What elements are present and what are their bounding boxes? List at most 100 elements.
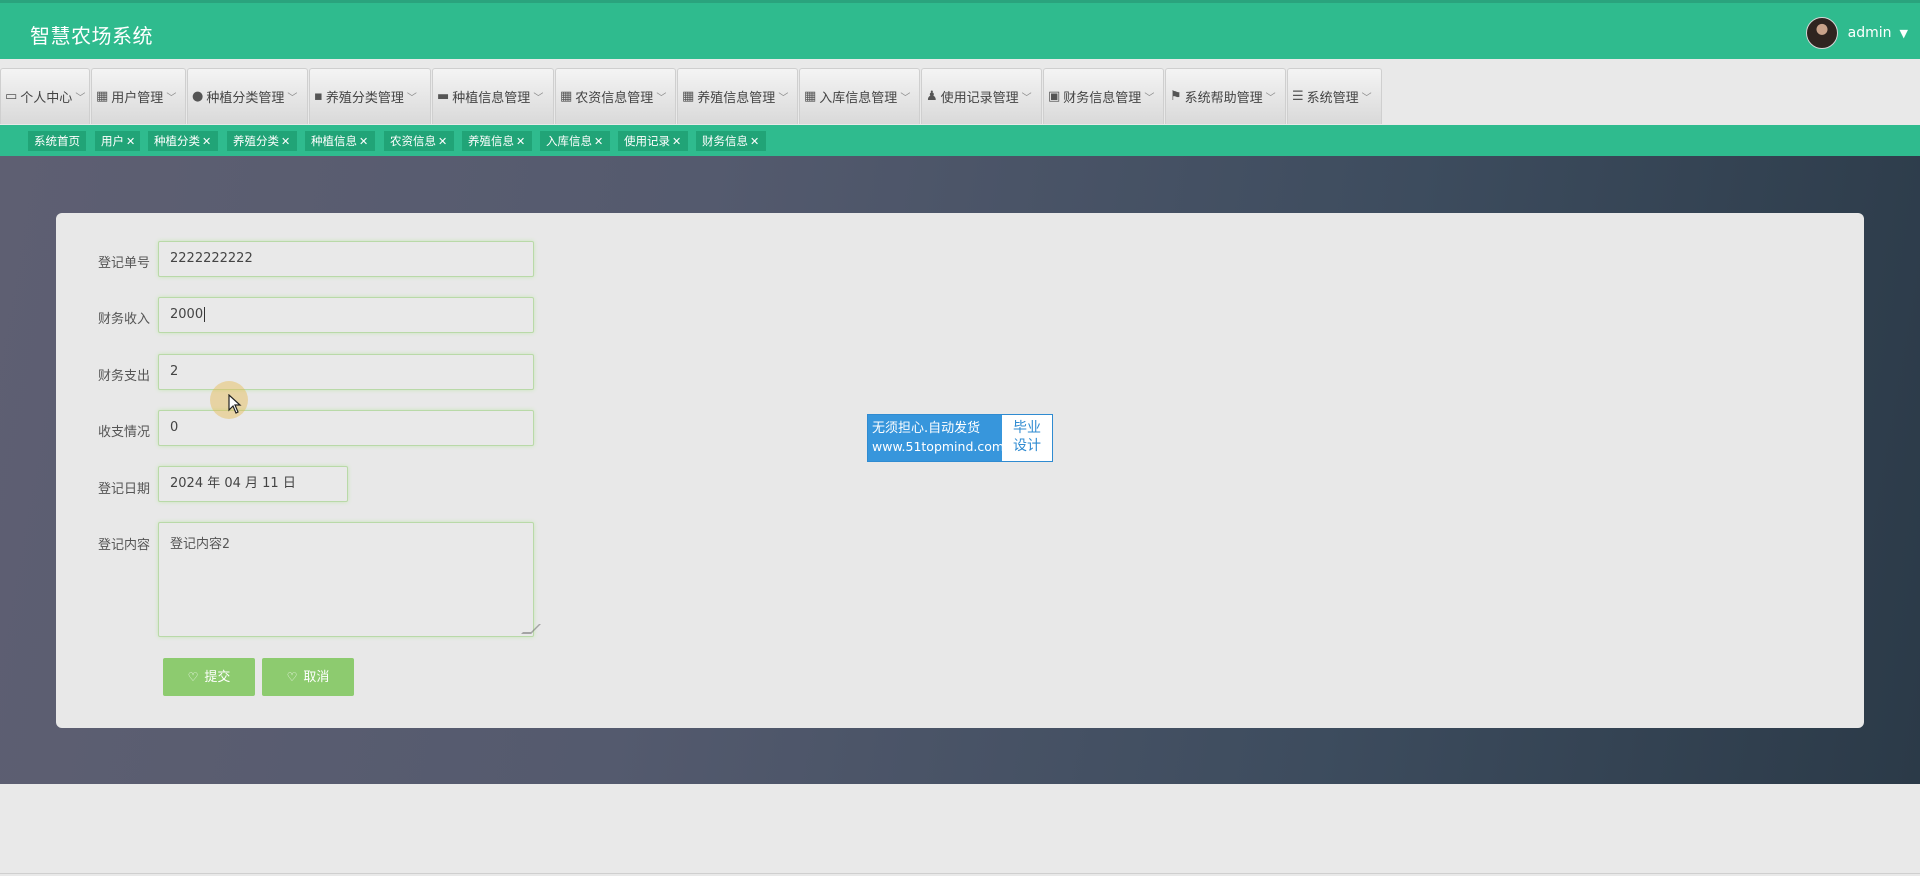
finance-income-input[interactable]: 2000	[158, 297, 534, 333]
chevron-down-icon: ﹀	[656, 93, 667, 104]
register-date-input[interactable]: 2024 年 04 月 11 日	[158, 466, 348, 502]
label-register-no: 登记单号	[97, 256, 150, 271]
label-register-date: 登记日期	[97, 482, 150, 497]
watermark-side: 毕业 设计	[1002, 415, 1052, 461]
menu-label: 用户管理	[111, 91, 164, 106]
menu-item-finance-info[interactable]: ▣ 财务信息管理 ﹀	[1043, 68, 1164, 124]
comment-icon: ▪	[314, 89, 323, 104]
tab-supplies-info[interactable]: 农资信息 ✕	[384, 131, 454, 151]
label-finance-expense: 财务支出	[97, 369, 150, 384]
watermark-url: www.51topmind.com	[872, 439, 1005, 454]
text-caret	[204, 307, 206, 322]
menu-item-breeding-info[interactable]: ▦ 养殖信息管理 ﹀	[677, 68, 798, 124]
tab-label: 养殖分类	[233, 134, 279, 148]
menu-item-supplies-info[interactable]: ▦ 农资信息管理 ﹀	[555, 68, 676, 124]
menu-label: 种植信息管理	[452, 91, 531, 106]
main-menu: ▭ 个人中心 ﹀ ▦ 用户管理 ﹀ ● 种植分类管理 ﹀ ▪ 养殖分类管理 ﹀ …	[0, 68, 1383, 125]
chevron-down-icon: ﹀	[1265, 93, 1276, 104]
grid-icon: ▦	[682, 89, 695, 104]
menu-label: 财务信息管理	[1063, 91, 1142, 106]
close-icon[interactable]: ✕	[126, 135, 135, 148]
menu-label: 使用记录管理	[940, 91, 1019, 106]
tab-finance-info[interactable]: 财务信息 ✕	[696, 131, 766, 151]
mouse-cursor-icon	[228, 394, 242, 414]
chevron-down-icon: ﹀	[166, 93, 177, 104]
menu-label: 个人中心	[20, 91, 73, 106]
chevron-down-icon: ﹀	[900, 93, 911, 104]
balance-status-input[interactable]: 0	[158, 410, 534, 446]
close-icon[interactable]: ✕	[202, 135, 211, 148]
tab-users[interactable]: 用户 ✕	[95, 131, 140, 151]
app-title: 智慧农场系统	[30, 24, 153, 48]
label-balance-status: 收支情况	[97, 425, 150, 440]
tab-label: 农资信息	[390, 134, 436, 148]
menu-item-profile[interactable]: ▭ 个人中心 ﹀	[0, 68, 90, 124]
tab-usage-records[interactable]: 使用记录 ✕	[618, 131, 688, 151]
register-content-textarea[interactable]: 登记内容2	[158, 522, 541, 637]
close-icon[interactable]: ✕	[594, 135, 603, 148]
menu-item-users[interactable]: ▦ 用户管理 ﹀	[91, 68, 186, 124]
watermark-main: 无须担心.自动发货 www.51topmind.com	[868, 415, 1005, 461]
tab-label: 使用记录	[624, 134, 670, 148]
menu-label: 系统管理	[1306, 91, 1359, 106]
list-icon: ☰	[1292, 89, 1304, 104]
tab-label: 养殖信息	[468, 134, 514, 148]
finance-expense-input[interactable]: 2	[158, 354, 534, 390]
tab-home[interactable]: 系统首页	[28, 131, 86, 151]
tab-stock-in-info[interactable]: 入库信息 ✕	[540, 131, 610, 151]
close-icon[interactable]: ✕	[281, 135, 290, 148]
caret-down-icon[interactable]: ▼	[1900, 27, 1908, 40]
menu-label: 种植分类管理	[206, 91, 285, 106]
grid-icon: ▦	[804, 89, 817, 104]
menu-item-system-management[interactable]: ☰ 系统管理 ﹀	[1287, 68, 1382, 124]
username[interactable]: admin	[1848, 25, 1892, 41]
close-icon[interactable]: ✕	[672, 135, 681, 148]
label-register-content: 登记内容	[97, 538, 150, 553]
close-icon[interactable]: ✕	[438, 135, 447, 148]
user-menu[interactable]: admin ▼	[1805, 17, 1908, 49]
tab-label: 种植分类	[154, 134, 200, 148]
bottom-divider	[0, 873, 1920, 874]
tab-breeding-info[interactable]: 养殖信息 ✕	[462, 131, 532, 151]
close-icon[interactable]: ✕	[516, 135, 525, 148]
tab-label: 系统首页	[34, 134, 80, 148]
menu-item-planting-category[interactable]: ● 种植分类管理 ﹀	[187, 68, 308, 124]
grid-icon: ▦	[96, 89, 109, 104]
tab-label: 财务信息	[702, 134, 748, 148]
top-bar: 智慧农场系统 admin ▼	[0, 0, 1920, 59]
flag-icon: ⚑	[1170, 89, 1182, 104]
watermark-badge: 无须担心.自动发货 www.51topmind.com 毕业 设计	[867, 414, 1053, 462]
monitor-icon: ▬	[437, 89, 450, 104]
menu-item-usage-records[interactable]: ♟ 使用记录管理 ﹀	[921, 68, 1042, 124]
user-avatar[interactable]	[1805, 17, 1838, 49]
profile-icon: ▭	[5, 89, 18, 104]
close-icon[interactable]: ✕	[750, 135, 759, 148]
register-no-input[interactable]: 2222222222	[158, 241, 534, 277]
watermark-side-line1: 毕业	[1013, 420, 1041, 436]
submit-label: 提交	[204, 670, 231, 685]
chevron-down-icon: ﹀	[1361, 93, 1372, 104]
close-icon[interactable]: ✕	[359, 135, 368, 148]
menu-label: 入库信息管理	[819, 91, 898, 106]
menu-label: 养殖信息管理	[697, 91, 776, 106]
menu-item-help-management[interactable]: ⚑ 系统帮助管理 ﹀	[1165, 68, 1286, 124]
tab-planting-info[interactable]: 种植信息 ✕	[305, 131, 375, 151]
cancel-button[interactable]: ♡ 取消	[262, 658, 354, 696]
bulb-icon: ●	[192, 89, 204, 104]
cancel-label: 取消	[303, 670, 330, 685]
grid-icon: ▦	[560, 89, 573, 104]
tab-breeding-category[interactable]: 养殖分类 ✕	[227, 131, 297, 151]
menu-item-stock-in-info[interactable]: ▦ 入库信息管理 ﹀	[799, 68, 920, 124]
submit-button[interactable]: ♡ 提交	[163, 658, 255, 696]
heart-icon: ♡	[187, 670, 199, 684]
tab-planting-category[interactable]: 种植分类 ✕	[148, 131, 218, 151]
chevron-down-icon: ﹀	[287, 93, 298, 104]
chevron-down-icon: ﹀	[1021, 93, 1032, 104]
label-finance-income: 财务收入	[97, 312, 150, 327]
register-content-value: 登记内容2	[170, 537, 230, 552]
heart-icon: ♡	[286, 670, 298, 684]
menu-item-breeding-category[interactable]: ▪ 养殖分类管理 ﹀	[309, 68, 431, 124]
tab-label: 入库信息	[546, 134, 592, 148]
menu-item-planting-info[interactable]: ▬ 种植信息管理 ﹀	[432, 68, 554, 124]
chevron-down-icon: ﹀	[406, 93, 417, 104]
